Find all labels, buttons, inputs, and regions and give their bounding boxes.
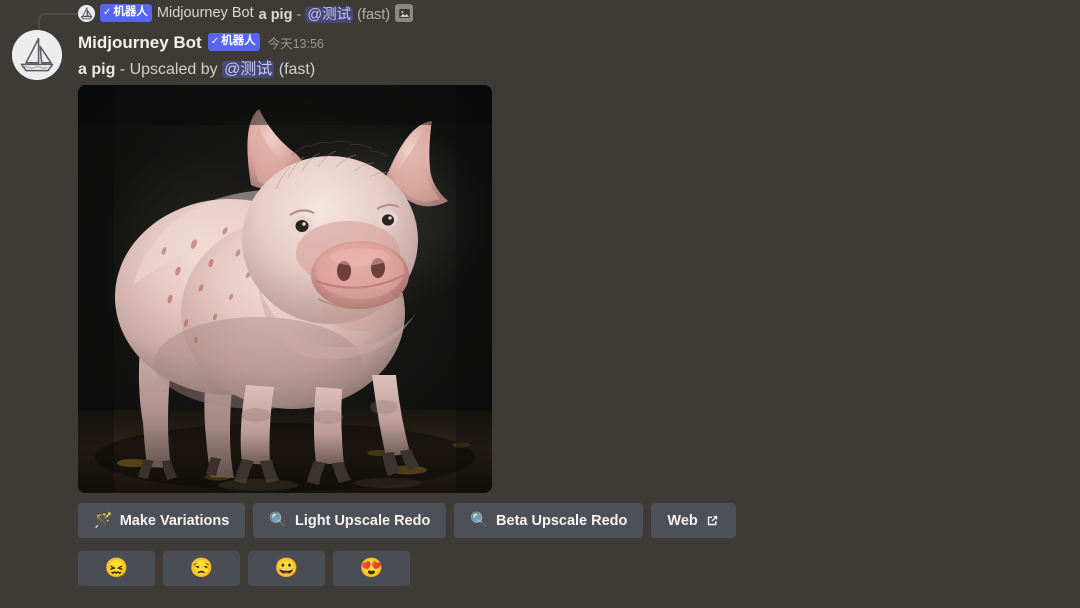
reaction-unamused-button[interactable]: 😒 [163,551,240,586]
badge-check-icon: ✓ [210,36,220,47]
external-link-icon [705,513,720,528]
web-button[interactable]: Web [651,503,736,538]
reply-reference-bar[interactable]: ✓ 机器人 Midjourney Bot a pig - @测试 (fast) [0,0,1080,43]
message-author-name[interactable]: Midjourney Bot [78,34,202,51]
image-attachment-icon [395,4,414,22]
make-variations-button[interactable]: 🪄 Make Variations [78,503,246,538]
bot-badge: ✓ 机器人 [100,4,152,22]
badge-label: 机器人 [221,35,256,48]
midjourney-sailboat-icon [78,4,95,22]
confounded-face-icon: 😖 [104,558,129,579]
unamused-face-icon: 😒 [189,558,214,579]
reply-reference-content[interactable]: ✓ 机器人 Midjourney Bot a pig - @测试 (fast) [78,2,414,24]
action-button-row: 🪄 Make Variations 🔍 Light Upscale Redo 🔍… [78,503,736,538]
message-prompt-text: a pig [78,61,116,78]
reaction-grinning-button[interactable]: 😀 [248,551,325,586]
attached-image[interactable] [78,85,492,493]
reply-message-preview: a pig - @测试 (fast) [258,3,391,24]
discord-message-view: ✓ 机器人 Midjourney Bot a pig - @测试 (fast) [0,0,1080,608]
button-label: Beta Upscale Redo [496,512,628,529]
avatar[interactable] [12,30,62,80]
reply-mention-pill[interactable]: @测试 [305,6,354,23]
badge-label: 机器人 [113,6,148,19]
message-suffix: (fast) [274,61,316,78]
reaction-heart-eyes-button[interactable]: 😍 [333,551,410,586]
magic-wand-icon: 🪄 [94,512,113,529]
heart-eyes-face-icon: 😍 [359,558,384,579]
reply-prompt-text: a pig [258,6,293,23]
button-label: Make Variations [119,512,230,529]
message-timestamp: 今天13:56 [267,36,324,51]
message-dash: - [115,61,130,78]
beta-upscale-redo-button[interactable]: 🔍 Beta Upscale Redo [454,503,644,538]
light-upscale-redo-button[interactable]: 🔍 Light Upscale Redo [253,503,447,538]
reply-author-name[interactable]: Midjourney Bot [157,5,254,21]
message-header: Midjourney Bot ✓ 机器人 今天13:56 [78,31,324,53]
reply-dash: - [292,6,306,23]
button-label: Web [667,512,698,529]
message-content: a pig - Upscaled by @测试 (fast) [78,59,315,81]
magnifying-glass-icon: 🔍 [470,512,490,529]
message-mention-pill[interactable]: @测试 [222,61,275,78]
grinning-face-icon: 😀 [274,558,299,579]
reaction-button-row: 😖 😒 😀 😍 [78,551,410,586]
button-label: Light Upscale Redo [294,512,431,529]
reply-suffix: (fast) [353,6,391,23]
bot-badge: ✓ 机器人 [207,33,260,51]
badge-check-icon: ✓ [103,7,112,18]
magnifying-glass-icon: 🔍 [269,512,288,529]
reaction-confounded-button[interactable]: 😖 [78,551,155,586]
message-action-text: Upscaled by [129,61,223,78]
